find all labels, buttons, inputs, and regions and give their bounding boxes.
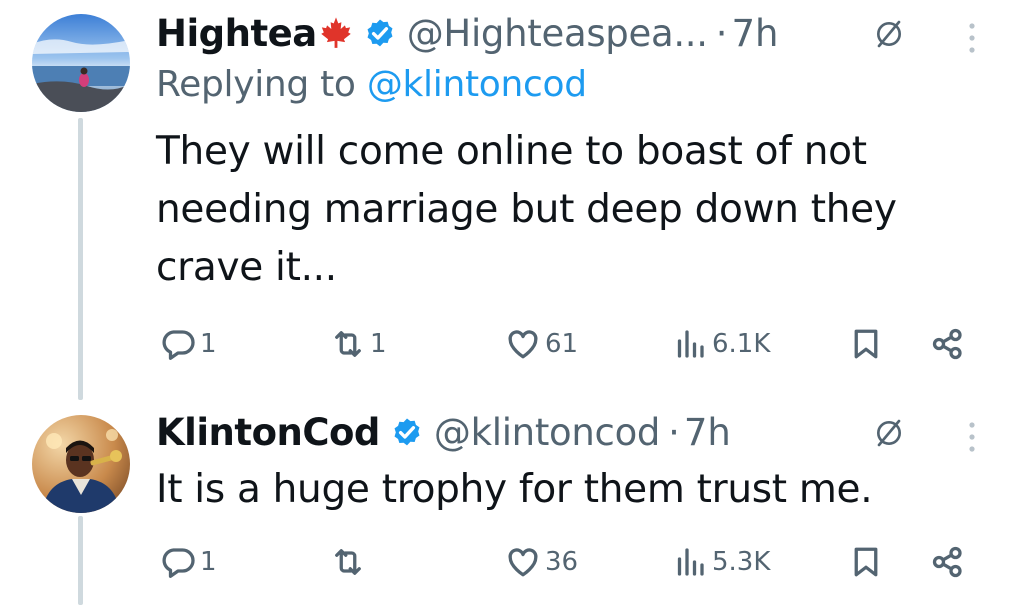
bookmark-icon [854,329,878,359]
tweet-text: They will come online to boast of not ne… [156,129,897,290]
share-button[interactable] [930,326,966,362]
verified-badge-icon[interactable] [363,16,397,50]
timestamp[interactable]: 7h [684,411,731,454]
reply-button[interactable]: 1 [160,544,217,580]
views-button[interactable]: 6.1K [672,326,770,362]
analytics-icon [677,330,704,358]
verified-badge-icon[interactable] [390,415,424,449]
maple-leaf-icon [321,17,351,48]
bookmark-icon [854,547,878,577]
tweet-header: Hightea @Highteaspea... · 7h [156,8,778,58]
heart-icon [508,330,538,359]
view-count: 6.1K [712,329,771,359]
view-count: 5.3K [712,547,771,577]
tweet[interactable]: Hightea @Highteaspea... · 7h Replying to… [0,0,1024,400]
separator-dot: · [668,410,680,454]
repost-button[interactable]: 1 [330,326,387,362]
display-name[interactable]: KlintonCod [156,411,380,454]
heart-icon [508,548,538,577]
bookmark-button[interactable] [848,326,884,362]
replying-to: Replying to @klintoncod [156,64,587,105]
reply-button[interactable]: 1 [160,326,217,362]
handle[interactable]: @klintoncod [434,411,661,454]
avatar[interactable] [32,14,130,112]
reply-count: 1 [200,329,217,359]
like-button[interactable]: 61 [505,326,578,362]
like-count: 36 [545,547,579,577]
reply-icon [162,548,195,578]
reply-icon [162,330,195,360]
grok-icon[interactable] [873,417,905,449]
repost-icon [335,331,361,357]
tweet-header: KlintonCod @klintoncod · 7h [156,407,731,457]
avatar[interactable] [32,415,130,513]
analytics-icon [677,548,704,576]
repost-icon [335,549,361,575]
display-name[interactable]: Hightea [156,12,317,55]
reply-count: 1 [200,547,217,577]
tweet[interactable]: KlintonCod @klintoncod · 7h It is a huge… [0,395,1024,605]
bookmark-button[interactable] [848,544,884,580]
more-options-icon[interactable] [967,419,977,455]
more-options-icon[interactable] [967,20,977,56]
repost-count: 1 [370,329,387,359]
share-button[interactable] [930,544,966,580]
repost-button[interactable] [330,544,370,580]
replying-prefix: Replying to [156,64,367,105]
handle[interactable]: @Highteaspea... [407,12,708,55]
timestamp[interactable]: 7h [731,12,778,55]
separator-dot: · [715,11,728,55]
views-button[interactable]: 5.3K [672,544,770,580]
avatar-photo [32,14,130,112]
share-icon [932,328,962,360]
grok-icon[interactable] [873,18,905,50]
like-button[interactable]: 36 [505,544,578,580]
like-count: 61 [545,329,579,359]
replying-handle-link[interactable]: @klintoncod [367,64,587,105]
share-icon [932,546,962,578]
tweet-text: It is a huge trophy for them trust me. [156,467,873,512]
action-bar: 1 36 5.3K [0,544,1024,584]
action-bar: 1 1 61 6.1K [0,326,1024,366]
avatar-photo [32,415,130,513]
